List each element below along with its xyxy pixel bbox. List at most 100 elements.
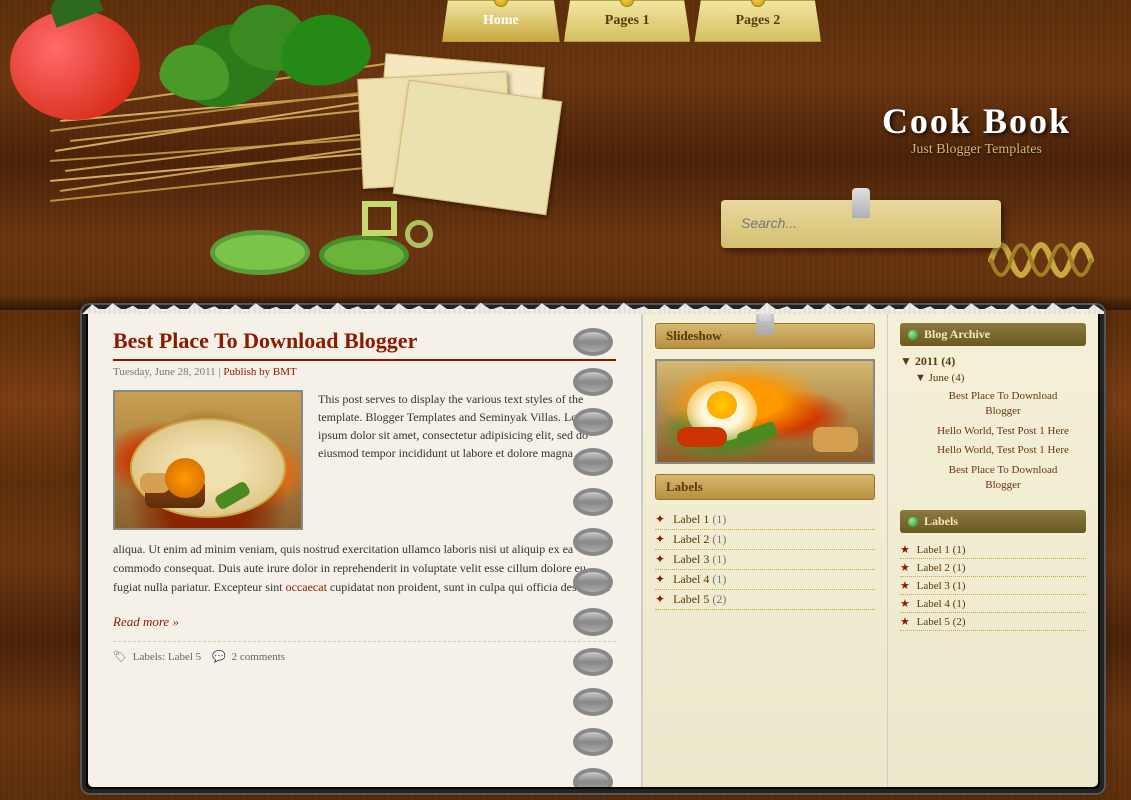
post-content-row: This post serves to display the various … (113, 390, 616, 530)
list-item[interactable]: ✦ Label 1 (1) (655, 510, 875, 530)
nav-item-pages1[interactable]: Pages 1 (564, 0, 691, 42)
post-text-first: This post serves to display the various … (318, 390, 616, 530)
label-name: Label 2 (673, 532, 709, 546)
label-count: (1) (712, 572, 726, 586)
list-item[interactable]: ✦ Label 2 (1) (655, 530, 875, 550)
star-icon: ★ (900, 580, 910, 592)
list-item[interactable]: ✦ Label 5 (2) (655, 590, 875, 610)
list-item[interactable]: ★ Label 1 (1) (900, 541, 1086, 559)
search-input[interactable] (741, 215, 901, 231)
comment-icon: 💬 (212, 650, 226, 663)
post-labels: Labels: Label 5 (133, 651, 201, 663)
post-meta: Tuesday, June 28, 2011 | Publish by BMT (113, 366, 616, 378)
post-image (113, 390, 303, 530)
label-bullet-icon: ✦ (655, 512, 665, 526)
label-count: (1) (712, 552, 726, 566)
food-decoration (0, 0, 570, 310)
post-text-full: aliqua. Ut enim ad minim veniam, quis no… (113, 540, 616, 598)
nav-pin-home (494, 0, 508, 7)
triangle-icon: ▼ (900, 354, 912, 368)
label-name: Label 1 (1) (917, 544, 966, 556)
tag-icon: 🏷 (113, 650, 127, 663)
right-inner: Blog Archive ▼ 2011 (4) ▼ June (4) Best … (888, 308, 1098, 661)
list-item[interactable]: ★ Label 4 (1) (900, 595, 1086, 613)
nav-pin-pages1 (620, 0, 634, 7)
nav-label-pages1: Pages 1 (605, 13, 650, 28)
note-clip (852, 188, 870, 218)
header: Home Pages 1 Pages 2 Cook Book Just Blog… (0, 0, 1131, 310)
read-more-link[interactable]: Read more » (113, 614, 179, 629)
archive-link-1[interactable]: Best Place To DownloadBlogger (900, 387, 1086, 422)
list-item[interactable]: ★ Label 2 (1) (900, 559, 1086, 577)
middle-inner: Slideshow Labels ✦ L (643, 308, 887, 625)
label-name: Label 1 (673, 512, 709, 526)
post-body-part3: cupidatat non proident, sunt in culpa qu… (330, 580, 610, 594)
nav-label-pages2: Pages 2 (735, 13, 780, 28)
archive-link-2[interactable]: Hello World, Test Post 1 Here (900, 422, 1086, 441)
archive-year: ▼ 2011 (4) (900, 354, 1086, 369)
blog-archive-section: Blog Archive ▼ 2011 (4) ▼ June (4) Best … (900, 323, 1086, 495)
label-name: Label 5 (2) (917, 616, 966, 628)
star-icon: ★ (900, 544, 910, 556)
archive-link-3[interactable]: Hello World, Test Post 1 Here (900, 441, 1086, 460)
navigation: Home Pages 1 Pages 2 (440, 0, 823, 42)
label-name: Label 4 (673, 572, 709, 586)
labels-widget: Labels ✦ Label 1 (1) ✦ Label 2 (1) ✦ Lab (655, 474, 875, 610)
label-name: Label 3 (673, 552, 709, 566)
site-subtitle: Just Blogger Templates (882, 142, 1071, 158)
labels-title: Labels (655, 474, 875, 500)
post-read-more-area: Read more » (113, 613, 616, 631)
nav-item-home[interactable]: Home (442, 0, 560, 42)
labels-list: ✦ Label 1 (1) ✦ Label 2 (1) ✦ Label 3 (1… (655, 510, 875, 610)
label-name: Label 4 (1) (917, 598, 966, 610)
right-labels-label: Labels (924, 514, 958, 529)
labels-dot-icon (908, 517, 918, 527)
blog-archive-title: Blog Archive (900, 323, 1086, 346)
label-bullet-icon: ✦ (655, 532, 665, 546)
slideshow-widget: Slideshow (655, 323, 875, 464)
archive-link-4[interactable]: Best Place To DownloadBlogger (900, 461, 1086, 496)
nav-item-pages2[interactable]: Pages 2 (694, 0, 821, 42)
list-item[interactable]: ★ Label 3 (1) (900, 577, 1086, 595)
list-item[interactable]: ★ Label 5 (2) (900, 613, 1086, 631)
search-note-paper (721, 200, 1001, 248)
basil-decoration (150, 5, 330, 165)
label-count: (1) (712, 512, 726, 526)
notebook: Best Place To Download Blogger Tuesday, … (85, 305, 1101, 790)
label-bullet-icon: ✦ (655, 552, 665, 566)
post-author[interactable]: Publish by BMT (223, 366, 296, 378)
label-bullet-icon: ✦ (655, 572, 665, 586)
blog-post: Best Place To Download Blogger Tuesday, … (113, 328, 616, 663)
archive-month: ▼ June (4) (900, 372, 1086, 384)
label-count: (2) (712, 592, 726, 606)
list-item[interactable]: ✦ Label 4 (1) (655, 570, 875, 590)
tomato-decoration (10, 10, 140, 120)
search-area (721, 200, 1001, 248)
label-name: Label 3 (1) (917, 580, 966, 592)
star-icon: ★ (900, 562, 910, 574)
right-labels-title: Labels (900, 510, 1086, 533)
nav-label-home: Home (483, 13, 519, 28)
right-labels-list: ★ Label 1 (1) ★ Label 2 (1) ★ Label 3 (1… (900, 541, 1086, 631)
slideshow-image (655, 359, 875, 464)
post-body-link[interactable]: occaecat (286, 580, 327, 594)
site-title: Cook Book (882, 100, 1071, 142)
post-title[interactable]: Best Place To Download Blogger (113, 328, 616, 361)
label-name: Label 2 (1) (917, 562, 966, 574)
content-right: Blog Archive ▼ 2011 (4) ▼ June (4) Best … (888, 308, 1098, 787)
nav-pin-pages2 (751, 0, 765, 7)
label-bullet-icon: ✦ (655, 592, 665, 606)
onion-rings-decoration (360, 199, 435, 250)
content-middle: Slideshow Labels ✦ L (643, 308, 888, 787)
triangle-icon: ▼ (915, 372, 926, 384)
content-left: Best Place To Download Blogger Tuesday, … (88, 308, 643, 787)
site-title-area: Cook Book Just Blogger Templates (882, 100, 1071, 158)
star-icon: ★ (900, 598, 910, 610)
archive-dot-icon (908, 330, 918, 340)
right-labels-section: Labels ★ Label 1 (1) ★ Label 2 (1) ★ Lab… (900, 510, 1086, 631)
label-count: (1) (712, 532, 726, 546)
list-item[interactable]: ✦ Label 3 (1) (655, 550, 875, 570)
post-date: Tuesday, June 28, 2011 (113, 366, 216, 378)
post-footer: 🏷 Labels: Label 5 💬 2 comments (113, 641, 616, 663)
post-comments: 2 comments (232, 651, 285, 663)
